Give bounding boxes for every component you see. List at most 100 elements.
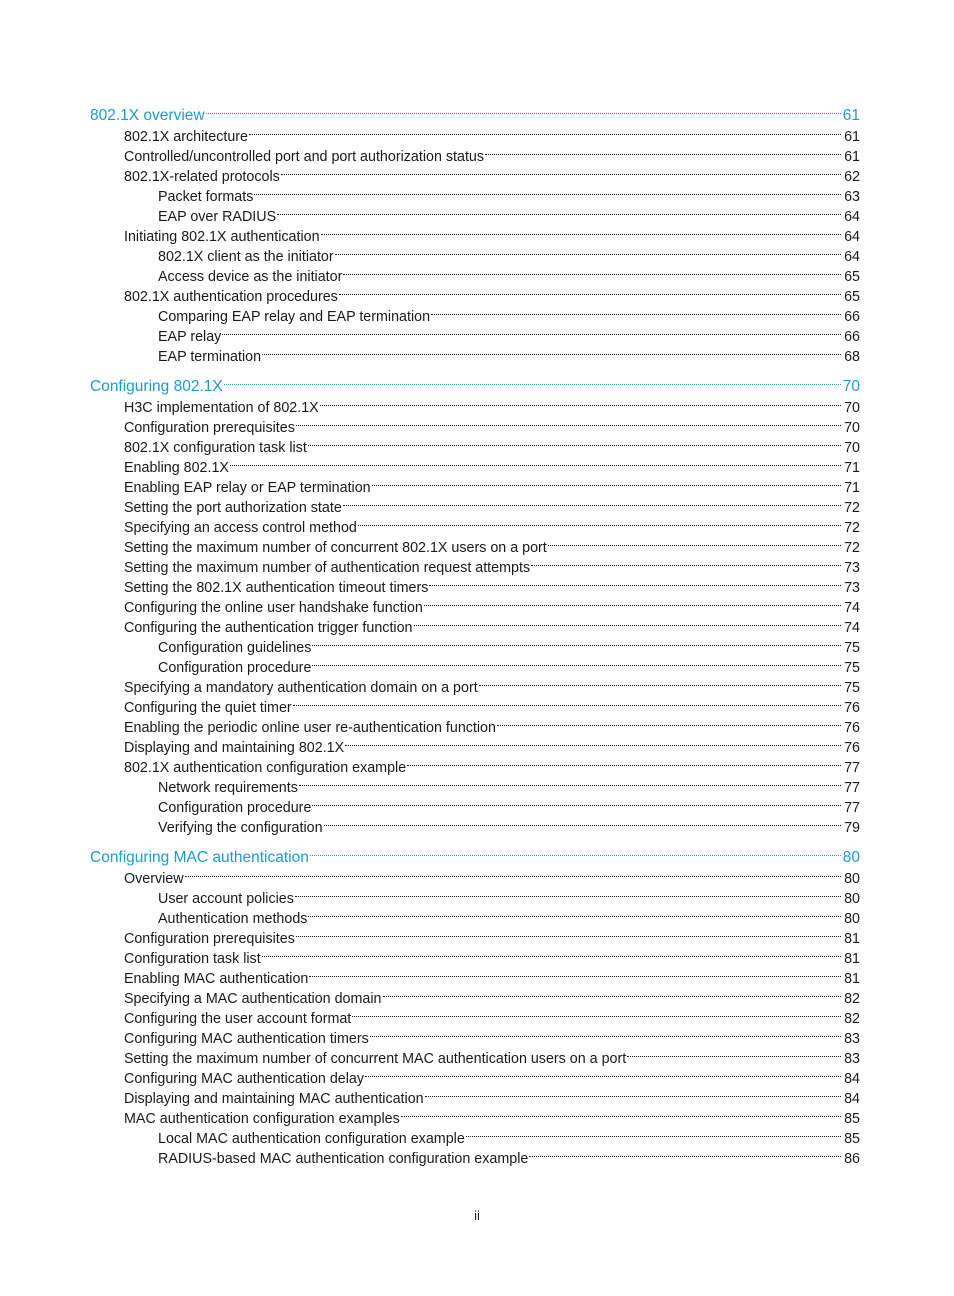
toc-entry-title[interactable]: Local MAC authentication configuration e… [158,1129,465,1149]
toc-entry-page[interactable]: 71 [842,478,860,498]
toc-entry-title[interactable]: 802.1X authentication procedures [124,287,338,307]
toc-entry-page[interactable]: 66 [842,327,860,347]
toc-entry-title[interactable]: 802.1X client as the initiator [158,247,334,267]
toc-entry-page[interactable]: 64 [842,227,860,247]
toc-entry-title[interactable]: Packet formats [158,187,253,207]
toc-entry-page[interactable]: 66 [842,307,860,327]
toc-entry-page[interactable]: 72 [842,538,860,558]
toc-entry-title[interactable]: Network requirements [158,778,298,798]
toc-entry-title[interactable]: Setting the 802.1X authentication timeou… [124,578,428,598]
toc-entry-page[interactable]: 64 [842,207,860,227]
toc-entry-page[interactable]: 72 [842,518,860,538]
toc-entry-title[interactable]: EAP relay [158,327,221,347]
toc-chapter-heading[interactable]: 802.1X overview 61 [90,100,860,124]
toc-entry-title[interactable]: Configuring the user account format [124,1009,351,1029]
toc-section-entry[interactable]: Overview 80 [90,863,860,887]
toc-entry-title[interactable]: Access device as the initiator [158,267,342,287]
toc-entry-page[interactable]: 80 [842,889,860,909]
toc-entry-page[interactable]: 75 [842,638,860,658]
toc-entry-page[interactable]: 83 [842,1049,860,1069]
toc-entry-title[interactable]: Specifying a MAC authentication domain [124,989,382,1009]
toc-entry-page[interactable]: 65 [842,267,860,287]
toc-chapter-heading[interactable]: Configuring MAC authentication 80 [90,842,860,866]
toc-entry-page[interactable]: 81 [842,929,860,949]
toc-entry-page[interactable]: 75 [842,658,860,678]
toc-entry-title[interactable]: Configuration guidelines [158,638,311,658]
toc-entry-title[interactable]: Setting the port authorization state [124,498,342,518]
toc-entry-page[interactable]: 64 [842,247,860,267]
toc-entry-title[interactable]: Verifying the configuration [158,818,323,838]
toc-entry-title[interactable]: Authentication methods [158,909,307,929]
toc-entry-page[interactable]: 73 [842,578,860,598]
toc-entry-page[interactable]: 85 [842,1109,860,1129]
toc-entry-page[interactable]: 70 [842,376,860,397]
toc-entry-page[interactable]: 72 [842,498,860,518]
toc-section-entry[interactable]: 802.1X architecture 61 [90,121,860,145]
toc-entry-page[interactable]: 65 [842,287,860,307]
toc-entry-page[interactable]: 77 [842,778,860,798]
toc-entry-title[interactable]: Configuring the online user handshake fu… [124,598,423,618]
toc-entry-page[interactable]: 81 [842,949,860,969]
toc-entry-page[interactable]: 70 [842,438,860,458]
toc-entry-title[interactable]: Configuring MAC authentication delay [124,1069,364,1089]
toc-section: Configuring MAC authentication 80 Overview… [90,842,860,1167]
toc-entry-page[interactable]: 70 [842,398,860,418]
toc-entry-title[interactable]: Initiating 802.1X authentication [124,227,320,247]
toc-entry-page[interactable]: 76 [842,718,860,738]
toc-entry-title[interactable]: Configuration procedure [158,798,311,818]
toc-entry-page[interactable]: 80 [842,869,860,889]
toc-entry-title[interactable]: Configuring the quiet timer [124,698,292,718]
toc-entry-title[interactable]: Setting the maximum number of concurrent… [124,538,547,558]
toc-entry-page[interactable]: 79 [842,818,860,838]
toc-entry-title[interactable]: Configuration task list [124,949,261,969]
toc-entry-page[interactable]: 84 [842,1069,860,1089]
toc-entry-title[interactable]: Configuration prerequisites [124,418,295,438]
toc-entry-title[interactable]: Configuration procedure [158,658,311,678]
toc-entry-page[interactable]: 82 [842,1009,860,1029]
toc-entry-page[interactable]: 83 [842,1029,860,1049]
toc-chapter-heading[interactable]: Configuring 802.1X 70 [90,371,860,395]
toc-entry-page[interactable]: 84 [842,1089,860,1109]
toc-entry-page[interactable]: 73 [842,558,860,578]
toc-entry-page[interactable]: 61 [842,147,860,167]
toc-entry-page[interactable]: 86 [842,1149,860,1169]
toc-entry-page[interactable]: 76 [842,698,860,718]
toc-entry-page[interactable]: 82 [842,989,860,1009]
toc-entry-page[interactable]: 76 [842,738,860,758]
toc-entry-title[interactable]: Enabling EAP relay or EAP termination [124,478,371,498]
toc-entry-title[interactable]: Displaying and maintaining MAC authentic… [124,1089,424,1109]
toc-entry-title[interactable]: RADIUS-based MAC authentication configur… [158,1149,528,1169]
toc-subsection-entry[interactable]: User account policies 80 [90,883,860,907]
toc-entry-page[interactable]: 77 [842,798,860,818]
toc-entry-page[interactable]: 68 [842,347,860,367]
toc-entry-title[interactable]: Displaying and maintaining 802.1X [124,738,344,758]
toc-entry-page[interactable]: 80 [842,847,860,868]
toc-entry-page[interactable]: 61 [842,105,860,126]
dot-leader [369,1023,841,1043]
toc-entry-page[interactable]: 70 [842,418,860,438]
toc-entry-page[interactable]: 81 [842,969,860,989]
toc-entry-page[interactable]: 80 [842,909,860,929]
toc-entry-title[interactable]: Configuring MAC authentication timers [124,1029,369,1049]
toc-entry-title[interactable]: Specifying an access control method [124,518,357,538]
toc-entry-page[interactable]: 74 [842,618,860,638]
toc-entry-title[interactable]: 802.1X overview [90,105,205,126]
toc-entry-title[interactable]: EAP termination [158,347,261,367]
toc-entry-page[interactable]: 61 [842,127,860,147]
toc-entry-page[interactable]: 77 [842,758,860,778]
toc-entry-title[interactable]: Overview [124,869,184,889]
toc-entry-page[interactable]: 63 [842,187,860,207]
toc-entry-page[interactable]: 62 [842,167,860,187]
toc-entry-title[interactable]: EAP over RADIUS [158,207,276,227]
toc-entry-page[interactable]: 85 [842,1129,860,1149]
toc-entry-title[interactable]: Enabling MAC authentication [124,969,308,989]
toc-entry-title[interactable]: Configuring 802.1X [90,376,223,397]
toc-entry-title[interactable]: 802.1X architecture [124,127,248,147]
toc-entry-page[interactable]: 74 [842,598,860,618]
toc-entry-title[interactable]: Enabling 802.1X [124,458,229,478]
toc-entry-page[interactable]: 71 [842,458,860,478]
toc-entry-page[interactable]: 75 [842,678,860,698]
toc-entry-title[interactable]: User account policies [158,889,294,909]
toc-entry-title[interactable]: MAC authentication configuration example… [124,1109,400,1129]
toc-entry-title[interactable]: H3C implementation of 802.1X [124,398,319,418]
